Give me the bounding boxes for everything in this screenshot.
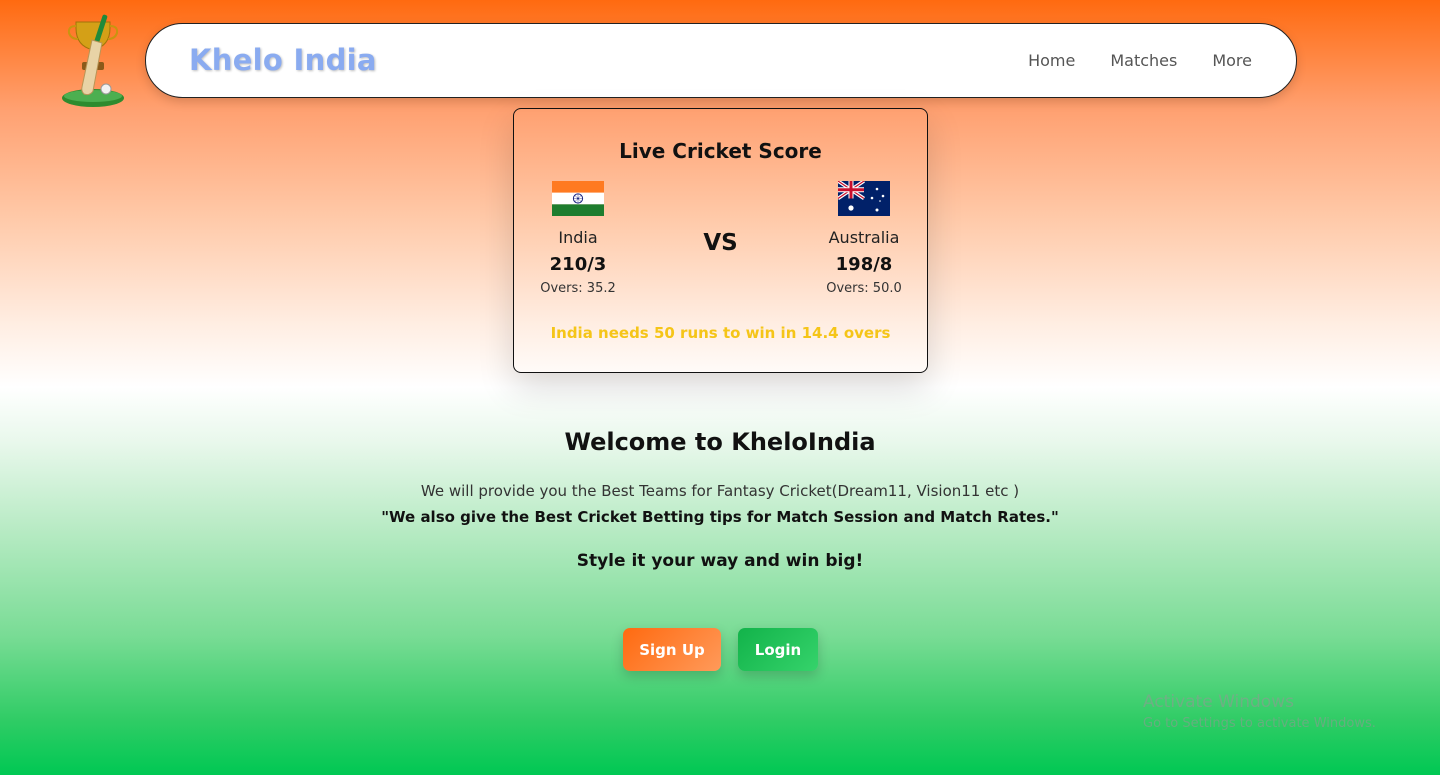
trophy-bat-logo-icon: [58, 10, 128, 110]
team-australia: Australia 198/8 Overs: 50.0: [809, 181, 919, 296]
nav-more-link[interactable]: More: [1212, 51, 1252, 70]
match-status: India needs 50 runs to win in 14.4 overs: [550, 324, 891, 342]
team1-score: 210/3: [549, 254, 607, 275]
nav-home-link[interactable]: Home: [1028, 51, 1075, 70]
nav-links: Home Matches More: [1028, 51, 1252, 70]
brand-logo-text[interactable]: Khelo India: [189, 43, 377, 77]
watermark-title: Activate Windows: [1143, 692, 1294, 712]
team2-name: Australia: [828, 228, 900, 247]
welcome-quote: "We also give the Best Cricket Betting t…: [381, 508, 1059, 526]
team2-score: 198/8: [835, 254, 893, 275]
welcome-tagline: We will provide you the Best Teams for F…: [420, 482, 1020, 500]
activate-windows-watermark: Activate Windows Go to Settings to activ…: [1143, 692, 1376, 731]
team2-overs: Overs: 50.0: [826, 281, 902, 296]
score-card-title: Live Cricket Score: [619, 139, 822, 163]
signup-button[interactable]: Sign Up: [623, 628, 721, 671]
nav-matches-link[interactable]: Matches: [1110, 51, 1177, 70]
australia-flag-icon: [838, 181, 890, 216]
watermark-subtitle: Go to Settings to activate Windows.: [1143, 716, 1376, 731]
login-button[interactable]: Login: [738, 628, 818, 671]
live-score-card: Live Cricket Score India 210/3 Overs: 35…: [513, 108, 928, 373]
india-flag-icon: [552, 181, 604, 216]
navbar: Khelo India Home Matches More: [145, 23, 1297, 98]
style-line: Style it your way and win big!: [576, 551, 864, 571]
welcome-title: Welcome to KheloIndia: [564, 428, 876, 456]
team1-overs: Overs: 35.2: [540, 281, 616, 296]
